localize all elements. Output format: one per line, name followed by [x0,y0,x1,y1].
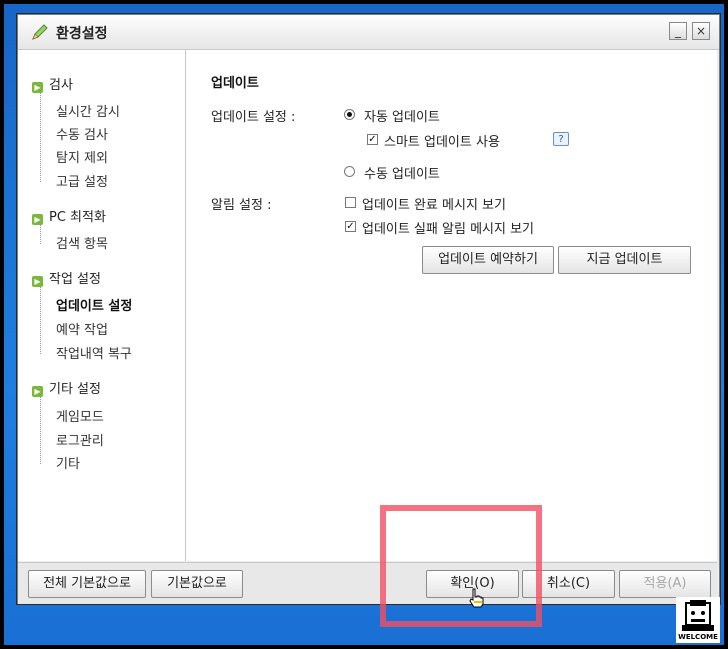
section-title: 업데이트 [211,76,259,91]
sidebar-item-exclusions[interactable]: 탐지 제외 [56,147,108,166]
mascot-icon [682,600,714,631]
annotation-highlight-box [380,505,542,627]
sidebar-item-realtime[interactable]: 실시간 감시 [56,101,120,120]
manual-update-label[interactable]: 수동 업데이트 [364,163,440,182]
notification-label: 알림 설정 : [211,198,272,213]
sidebar-item-task-history[interactable]: 작업내역 복구 [56,343,132,362]
help-icon[interactable]: ? [553,132,569,146]
tree-line [40,92,42,182]
content-panel: 업데이트 업데이트 설정 : 자동 업데이트 ✓ 스마트 업데이트 사용 ? 수… [186,50,717,561]
sidebar-item-game-mode[interactable]: 게임모드 [56,406,104,425]
complete-msg-checkbox[interactable] [345,197,356,208]
complete-msg-label[interactable]: 업데이트 완료 메시지 보기 [362,194,506,213]
title-bar[interactable]: 환경설정 _ × [18,15,719,50]
welcome-badge: WELCOME [676,597,720,643]
sidebar-item-search-items[interactable]: 검색 항목 [56,233,108,252]
sidebar-category-label: 기타 설정 [49,382,101,397]
tree-line [40,396,42,464]
footer-bar: 전체 기본값으로 기본값으로 확인(O) 취소(C) 적용(A) [18,562,717,604]
window-title: 환경설정 [56,26,108,42]
smart-update-label[interactable]: 스마트 업데이트 사용 [384,131,500,150]
tree-line [40,224,42,244]
auto-update-label[interactable]: 자동 업데이트 [364,106,440,125]
sidebar-category-other[interactable]: ▶ 기타 설정 [32,378,101,397]
settings-window: 환경설정 _ × ▶ 검사 실시간 감시 수동 검사 탐지 제외 고급 설정 ▶ P… [17,14,720,604]
sidebar-item-advanced[interactable]: 고급 설정 [56,171,108,190]
sidebar-category-task-settings[interactable]: ▶ 작업 설정 [32,268,101,287]
sidebar-category-scan[interactable]: ▶ 검사 [32,74,73,93]
sidebar: ▶ 검사 실시간 감시 수동 검사 탐지 제외 고급 설정 ▶ PC 최적화 검색 … [18,50,186,561]
update-now-button[interactable]: 지금 업데이트 [558,246,691,274]
tree-line [40,286,42,354]
fail-msg-checkbox[interactable]: ✓ [345,221,356,232]
apply-button[interactable]: 적용(A) [619,570,711,598]
welcome-badge-text: WELCOME [678,633,718,641]
minimize-button[interactable]: _ [669,22,687,40]
fail-msg-label[interactable]: 업데이트 실패 알림 메시지 보기 [362,218,534,237]
sidebar-item-update-settings[interactable]: 업데이트 설정 [56,295,132,314]
schedule-update-button[interactable]: 업데이트 예약하기 [422,246,554,274]
auto-update-radio[interactable] [344,109,355,120]
sidebar-category-label: PC 최적화 [49,210,106,225]
manual-update-radio[interactable] [344,166,355,177]
settings-body: ▶ 검사 실시간 감시 수동 검사 탐지 제외 고급 설정 ▶ PC 최적화 검색 … [18,50,717,561]
hand-cursor-icon [469,588,484,608]
sidebar-item-manual-scan[interactable]: 수동 검사 [56,124,108,143]
reset-default-button[interactable]: 기본값으로 [151,570,243,598]
update-settings-label: 업데이트 설정 : [211,110,296,125]
sidebar-item-log-manage[interactable]: 로그관리 [56,430,104,449]
reset-all-button[interactable]: 전체 기본값으로 [28,570,146,598]
smart-update-checkbox[interactable]: ✓ [367,134,378,145]
sidebar-category-pc-optimize[interactable]: ▶ PC 최적화 [32,206,106,225]
sidebar-item-etc[interactable]: 기타 [56,453,80,472]
sidebar-category-label: 검사 [49,78,73,93]
close-button[interactable]: × [692,22,710,40]
sidebar-category-label: 작업 설정 [49,272,101,287]
pencil-icon [32,24,48,40]
sidebar-item-scheduled-tasks[interactable]: 예약 작업 [56,319,108,338]
